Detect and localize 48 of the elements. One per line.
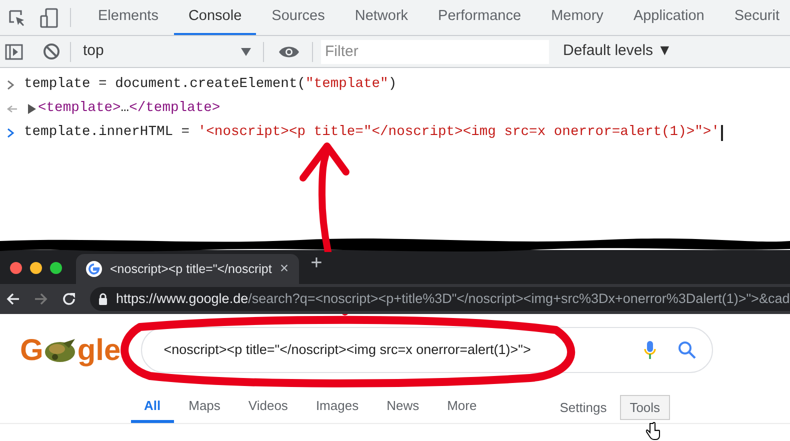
tools-button[interactable]: Tools bbox=[620, 394, 670, 420]
filter-field[interactable]: Filter bbox=[321, 40, 549, 64]
forward-icon[interactable] bbox=[34, 292, 48, 306]
back-icon[interactable] bbox=[6, 292, 20, 306]
sidebar-toggle-icon[interactable] bbox=[5, 42, 23, 60]
search-tab[interactable]: All bbox=[131, 392, 174, 423]
microphone-icon[interactable] bbox=[644, 341, 656, 359]
devtools-tab[interactable]: Sources bbox=[258, 0, 339, 35]
search-box[interactable]: <noscript><p title="</noscript><img src=x onerror=alert(1)>"> bbox=[140, 327, 713, 373]
result-arrow-icon bbox=[6, 104, 18, 114]
eye-icon[interactable] bbox=[278, 44, 300, 58]
devtools-tab[interactable]: Application bbox=[619, 0, 718, 35]
search-tab[interactable]: Videos bbox=[235, 392, 301, 423]
google-favicon bbox=[86, 261, 102, 277]
google-doodle-logo[interactable]: G gle bbox=[20, 328, 121, 372]
devtools-tab[interactable]: Elements bbox=[84, 0, 172, 35]
inspect-icon[interactable] bbox=[8, 8, 26, 26]
tab-title: <noscript><p title="</noscript bbox=[110, 260, 272, 278]
devtools-tab[interactable]: Securit bbox=[720, 0, 790, 35]
levels-dropdown[interactable]: Default levels ▼ bbox=[563, 40, 672, 63]
expand-icon[interactable] bbox=[28, 104, 36, 114]
maximize-window-icon[interactable] bbox=[50, 262, 62, 274]
browser-tab[interactable]: <noscript><p title="</noscript × bbox=[76, 254, 299, 284]
search-tab[interactable]: More bbox=[434, 392, 490, 423]
close-window-icon[interactable] bbox=[10, 262, 22, 274]
search-icon[interactable] bbox=[678, 341, 696, 359]
devtools-tab[interactable]: Performance bbox=[424, 0, 536, 35]
device-icon[interactable] bbox=[40, 8, 58, 28]
context-select[interactable]: top bbox=[83, 40, 251, 63]
clear-console-icon[interactable] bbox=[43, 43, 60, 60]
devtools-tab[interactable]: Memory bbox=[537, 0, 618, 35]
dropdown-icon bbox=[241, 48, 251, 56]
address-bar[interactable]: https://www.google.de/search?q=<noscript><p+title%3D"</noscript><img+src%3Dx+onerror%3Dalert(1)>">&cad bbox=[90, 287, 790, 311]
devtools-tab[interactable]: Network bbox=[340, 0, 422, 35]
output-text: <template>…</template> bbox=[38, 100, 220, 118]
settings-link[interactable]: Settings bbox=[560, 398, 607, 418]
search-tab[interactable]: Images bbox=[302, 392, 372, 423]
command-text: template = document.createElement("template") bbox=[24, 76, 397, 94]
search-tab[interactable]: News bbox=[374, 392, 432, 423]
minimize-window-icon[interactable] bbox=[30, 262, 42, 274]
reload-icon[interactable] bbox=[62, 292, 76, 306]
new-tab-button[interactable]: + bbox=[310, 248, 322, 278]
search-tab[interactable]: Maps bbox=[176, 392, 234, 423]
search-query: <noscript><p title="</noscript><img src=x onerror=alert(1)>"> bbox=[164, 340, 532, 359]
command-text: template.innerHTML = '<noscript><p title="</noscript><img src=x onerror=alert(1)>">' bbox=[24, 124, 720, 142]
tab-close-button[interactable]: × bbox=[280, 258, 289, 280]
lock-icon bbox=[98, 293, 108, 305]
url-text: https://www.google.de/search?q=<noscript><p+title%3D"</noscript><img+src%3Dx+onerror%3Dalert(1)>">&cad bbox=[116, 290, 790, 308]
